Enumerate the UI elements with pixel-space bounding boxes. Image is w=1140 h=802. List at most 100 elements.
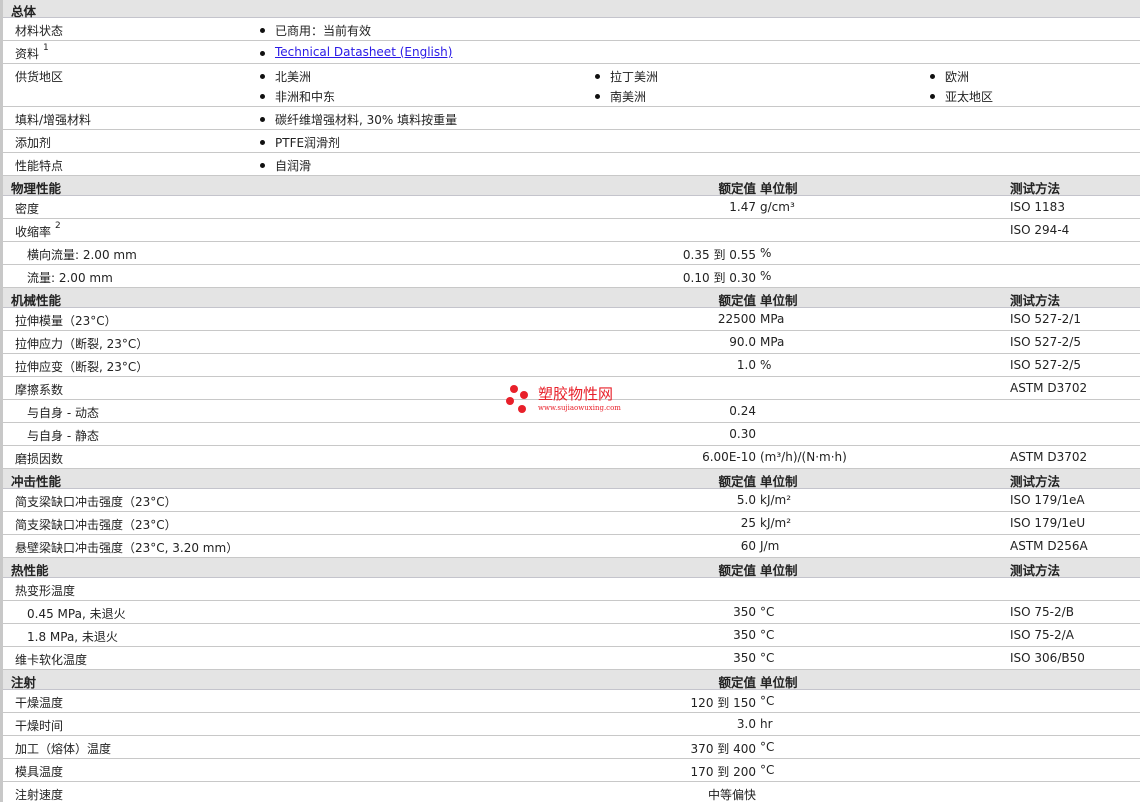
property-row: 磨损因数 6.00E-10 (m³/h)/(N·m·h) ASTM D3702 [3,446,1140,469]
list-item: Technical Datasheet (English) [260,45,452,59]
section-title: 热性能 [11,563,49,578]
property-row: 热变形温度 [3,578,1140,601]
column-header-value: 额定值 [718,474,756,489]
column-header-value: 额定值 [718,293,756,308]
property-value: 350 [733,651,756,665]
column-header-test: 测试方法 [1010,293,1061,308]
property-value: 370 到 400 [690,742,756,756]
property-label: 拉伸应力（断裂, 23°C） [15,337,149,351]
property-value: 120 到 150 [690,696,756,710]
property-value: 25 [740,516,756,530]
region-item: 北美洲 [260,68,311,85]
list-item: PTFE润滑剂 [260,134,340,151]
list-item: 碳纤维增强材料, 30% 填料按重量 [260,111,457,128]
test-method: ISO 179/1eU [1010,516,1086,530]
property-label: 注射速度 [15,788,64,802]
section-title: 注射 [11,675,37,690]
property-unit: % [760,269,772,283]
property-unit: °C [760,763,775,777]
column-header-test: 测试方法 [1010,181,1061,196]
list-item: 已商用：当前有效 [260,22,371,39]
property-unit: °C [760,605,775,619]
property-row: 流量: 2.00 mm 0.10 到 0.30% [3,265,1140,288]
datasheet-link[interactable]: Technical Datasheet (English) [275,45,452,59]
row-label: 材料状态 [15,24,64,38]
test-method: ASTM D3702 [1010,381,1088,395]
general-row: 资料 1 Technical Datasheet (English) [3,41,1140,64]
property-unit: MPa [760,312,785,326]
section-header: 冲击性能 额定值 单位制 测试方法 [3,469,1140,489]
column-header-unit: 单位制 [760,293,798,308]
property-row: 干燥时间 3.0 hr [3,713,1140,736]
property-value: 1.0 [736,358,756,372]
property-label: 横向流量: 2.00 mm [27,248,137,262]
property-label: 简支梁缺口冲击强度（23°C） [15,518,177,532]
footnote-marker[interactable]: 2 [55,221,61,231]
property-label: 模具温度 [15,765,64,779]
property-label: 悬壁梁缺口冲击强度（23°C, 3.20 mm） [15,541,239,555]
property-value: 350 [733,605,756,619]
region-item: 非洲和中东 [260,88,335,105]
property-value: 170 到 200 [690,765,756,779]
property-label: 流量: 2.00 mm [27,271,113,285]
property-unit: % [760,358,772,372]
property-label: 加工（熔体）温度 [15,742,112,756]
property-unit: °C [760,628,775,642]
general-row: 填料/增强材料 碳纤维增强材料, 30% 填料按重量 [3,107,1140,130]
property-value: 60 [740,539,756,553]
property-unit: kJ/m² [760,493,792,507]
property-row: 拉伸应变（断裂, 23°C） 1.0% ISO 527-2/5 [3,354,1140,377]
section-title: 物理性能 [11,181,62,196]
property-row: 悬壁梁缺口冲击强度（23°C, 3.20 mm） 60 J/m ASTM D256A [3,535,1140,558]
property-unit: kJ/m² [760,516,792,530]
property-unit: J/m [760,539,780,553]
test-method: ISO 75-2/A [1010,628,1074,642]
property-unit: °C [760,694,775,708]
region-item: 拉丁美洲 [595,68,658,85]
test-method: ASTM D256A [1010,539,1088,553]
footnote-marker[interactable]: 1 [43,43,49,53]
property-label: 与自身 - 静态 [27,429,99,443]
general-row: 供货地区 北美洲 拉丁美洲 欧洲 非洲和中东 南美洲 亚太地区 [3,64,1140,107]
property-label: 维卡软化温度 [15,653,88,667]
test-method: ISO 306/B50 [1010,651,1085,665]
property-row: 与自身 - 静态 0.30 [3,423,1140,446]
property-value: 0.35 到 0.55 [682,248,756,262]
general-row: 材料状态 已商用：当前有效 [3,18,1140,41]
property-value: 0.30 [729,427,756,441]
general-row: 性能特点 自润滑 [3,153,1140,176]
test-method: ASTM D3702 [1010,450,1088,464]
general-row: 添加剂 PTFE润滑剂 [3,130,1140,153]
section-header: 热性能 额定值 单位制 测试方法 [3,558,1140,578]
property-label: 简支梁缺口冲击强度（23°C） [15,495,177,509]
section-header-general: 总体 [3,0,1140,19]
property-label: 干燥温度 [15,696,64,710]
property-row: 注射速度 中等偏快 [3,782,1140,802]
test-method: ISO 1183 [1010,200,1065,214]
property-label: 与自身 - 动态 [27,406,99,420]
property-row: 简支梁缺口冲击强度（23°C） 25 kJ/m² ISO 179/1eU [3,512,1140,535]
property-label: 1.8 MPa, 未退火 [27,630,118,644]
section-header: 注射 额定值 单位制 [3,670,1140,690]
property-value: 6.00E-10 [702,450,756,464]
column-header-unit: 单位制 [760,675,798,690]
property-row: 模具温度 170 到 200 °C [3,759,1140,782]
property-row: 收缩率 2 ISO 294-4 [3,219,1140,242]
test-method: ISO 527-2/5 [1010,335,1081,349]
row-label: 供货地区 [15,70,64,84]
property-label: 拉伸应变（断裂, 23°C） [15,360,149,374]
property-unit: °C [760,740,775,754]
property-unit: g/cm³ [760,200,795,214]
property-value: 350 [733,628,756,642]
section-title: 冲击性能 [11,474,62,489]
column-header-test: 测试方法 [1010,474,1061,489]
property-unit: % [760,246,772,260]
property-row: 简支梁缺口冲击强度（23°C） 5.0 kJ/m² ISO 179/1eA [3,489,1140,512]
row-label: 填料/增强材料 [15,113,92,127]
property-row: 0.45 MPa, 未退火 350 °C ISO 75-2/B [3,601,1140,624]
property-row: 横向流量: 2.00 mm 0.35 到 0.55% [3,242,1140,265]
property-value: 0.10 到 0.30 [682,271,756,285]
property-label: 干燥时间 [15,719,64,733]
property-row: 密度 1.47 g/cm³ ISO 1183 [3,196,1140,219]
property-value: 90.0 [729,335,756,349]
